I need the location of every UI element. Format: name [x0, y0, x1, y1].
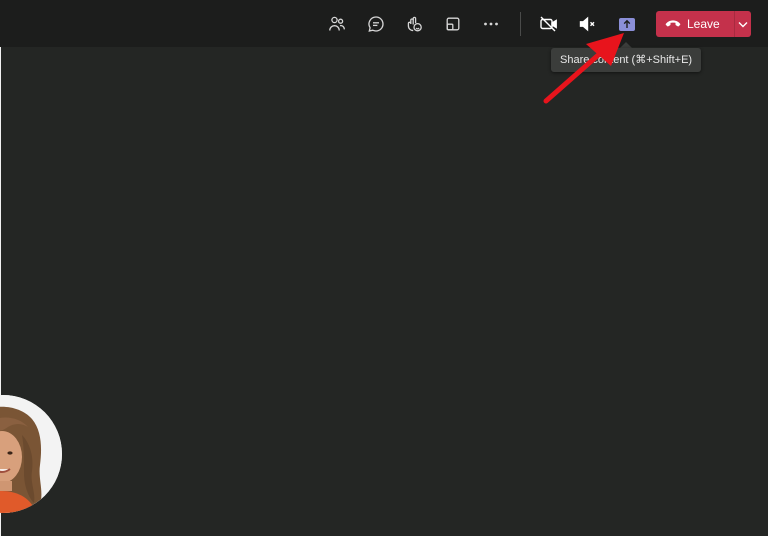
leave-button[interactable]: Leave: [656, 11, 734, 37]
annotation-arrow: [543, 33, 624, 104]
leave-split-button: Leave: [656, 11, 751, 37]
reactions-button[interactable]: [399, 9, 429, 39]
chevron-down-icon: [738, 15, 748, 33]
leave-options-button[interactable]: [735, 11, 751, 37]
toolbar-divider: [520, 12, 521, 36]
participant-avatar[interactable]: [0, 395, 62, 513]
camera-toggle-button[interactable]: [534, 9, 564, 39]
more-button[interactable]: [476, 9, 506, 39]
rooms-icon: [444, 15, 462, 33]
meeting-toolbar: Leave: [0, 0, 768, 47]
meeting-window: Leave Share content (⌘+Shift+E): [0, 0, 768, 536]
chat-icon: [367, 15, 385, 33]
more-icon: [482, 15, 500, 33]
share-content-tooltip: Share content (⌘+Shift+E): [551, 48, 702, 72]
speaker-mute-icon: [578, 15, 598, 33]
chat-button[interactable]: [361, 9, 391, 39]
reactions-icon: [405, 15, 423, 33]
share-content-button[interactable]: [612, 9, 642, 39]
share-content-icon: [619, 17, 635, 31]
leave-label: Leave: [687, 17, 720, 31]
people-icon: [328, 15, 346, 33]
participant-photo: [0, 395, 62, 513]
people-button[interactable]: [322, 9, 352, 39]
speaker-toggle-button[interactable]: [573, 9, 603, 39]
hang-up-phone-icon: [665, 15, 681, 33]
rooms-button[interactable]: [438, 9, 468, 39]
camera-off-icon: [539, 15, 559, 33]
